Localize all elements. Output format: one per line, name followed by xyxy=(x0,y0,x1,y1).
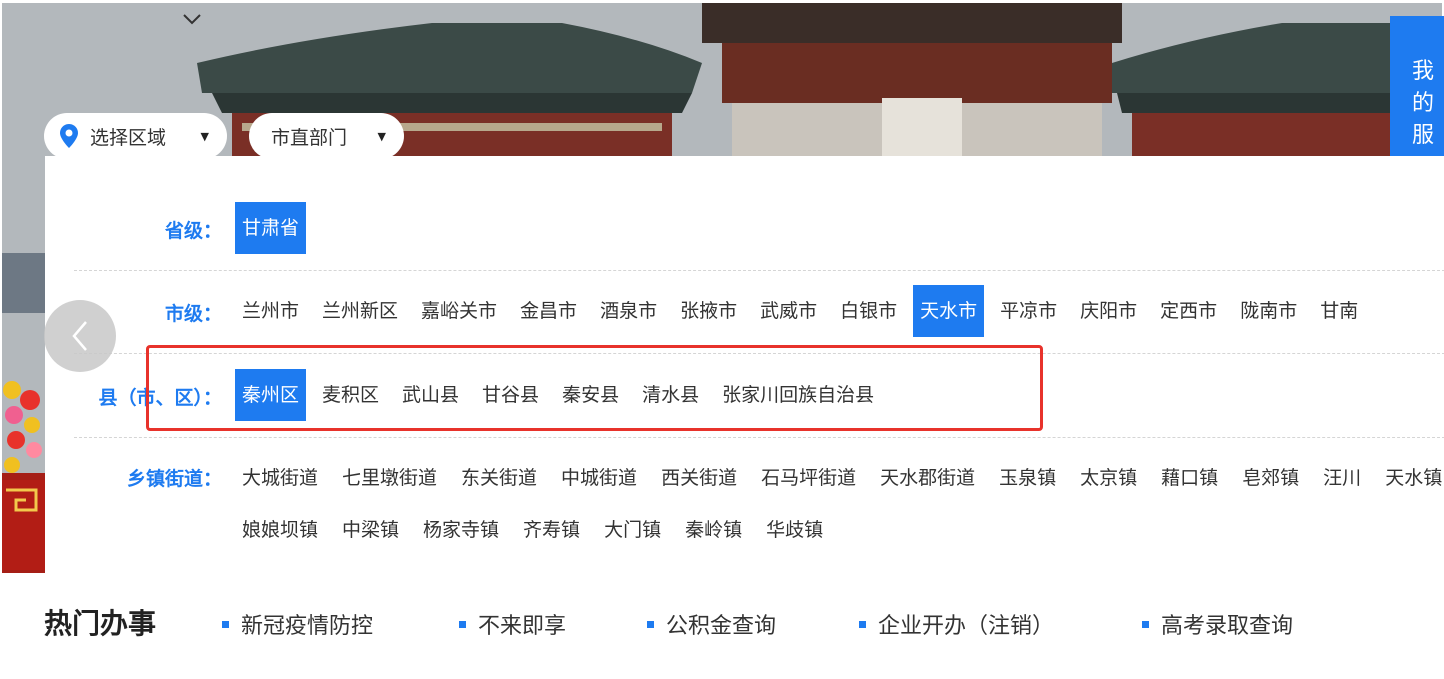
region-option[interactable]: 定西市 xyxy=(1153,285,1224,337)
hot-service-label: 高考录取查询 xyxy=(1161,614,1294,639)
region-option[interactable]: 七里墩街道 xyxy=(335,452,444,504)
region-option[interactable]: 兰州新区 xyxy=(315,285,405,337)
region-option[interactable]: 甘南 xyxy=(1313,285,1365,337)
region-option[interactable]: 兰州市 xyxy=(235,285,306,337)
bullet-icon xyxy=(647,620,654,628)
hot-services-bar: 热门办事 新冠疫情防控 不来即享 公积金查询 企业开办（注销） 高考录取查询 xyxy=(44,602,1444,642)
region-option[interactable]: 太京镇 xyxy=(1073,452,1144,504)
region-option[interactable]: 皂郊镇 xyxy=(1235,452,1306,504)
region-option-selected[interactable]: 甘肃省 xyxy=(235,202,307,254)
town-row-label: 乡镇街道： xyxy=(126,468,222,490)
region-option[interactable]: 天水镇 xyxy=(1378,452,1444,504)
row-divider xyxy=(74,353,1444,354)
region-option[interactable]: 白银市 xyxy=(833,285,904,337)
region-option[interactable]: 天水郡街道 xyxy=(873,452,982,504)
region-option[interactable]: 杨家寺镇 xyxy=(416,504,506,556)
region-option[interactable]: 汪川 xyxy=(1316,452,1368,504)
bullet-icon xyxy=(459,620,466,628)
hot-service-link[interactable]: 公积金查询 xyxy=(647,608,776,640)
row-divider xyxy=(74,270,1444,271)
chevron-left-icon xyxy=(72,321,87,351)
side-tab-char: 我 xyxy=(1412,59,1435,84)
region-option-selected[interactable]: 秦州区 xyxy=(235,369,307,421)
region-option[interactable]: 秦安县 xyxy=(555,369,626,421)
town-options: 大城街道 七里墩街道 东关街道 中城街道 西关街道 石马坪街道 天水郡街道 玉泉镇 太京镇 藉口镇… xyxy=(235,452,1444,556)
region-option[interactable]: 甘谷县 xyxy=(475,369,546,421)
region-option[interactable]: 大城街道 xyxy=(235,452,325,504)
province-row-label: 省级： xyxy=(164,220,222,242)
side-tab-char: 服 xyxy=(1412,123,1435,148)
hot-service-label: 新冠疫情防控 xyxy=(241,614,374,639)
region-option[interactable]: 西关街道 xyxy=(654,452,744,504)
region-selector[interactable]: 选择区域 ▼ xyxy=(44,113,227,159)
flower-decoration xyxy=(2,370,46,570)
region-option[interactable]: 嘉峪关市 xyxy=(414,285,504,337)
region-option-selected[interactable]: 天水市 xyxy=(913,285,985,337)
region-option[interactable]: 张家川回族自治县 xyxy=(715,369,881,421)
carousel-prev-button[interactable] xyxy=(44,300,116,372)
hot-service-label: 企业开办（注销） xyxy=(878,614,1055,639)
region-option[interactable]: 藉口镇 xyxy=(1154,452,1225,504)
region-dropdown-panel: 省级： 甘肃省 市级： 兰州市 兰州新区 嘉峪关市 金昌市 酒泉市 张掖市 武威市 白银市 天水… xyxy=(45,156,1444,601)
region-option[interactable]: 平凉市 xyxy=(993,285,1064,337)
region-option[interactable]: 麦积区 xyxy=(315,369,386,421)
caret-down-icon: ▼ xyxy=(377,129,386,143)
city-options: 兰州市 兰州新区 嘉峪关市 金昌市 酒泉市 张掖市 武威市 白银市 天水市 平凉市 庆阳市 定西市 陇南… xyxy=(235,285,1444,337)
county-options: 秦州区 麦积区 武山县 甘谷县 秦安县 清水县 张家川回族自治县 xyxy=(235,369,1444,421)
region-option[interactable]: 齐寿镇 xyxy=(516,504,587,556)
hot-service-label: 公积金查询 xyxy=(666,614,777,639)
bullet-icon xyxy=(1142,620,1149,628)
region-option[interactable]: 陇南市 xyxy=(1233,285,1304,337)
caret-down-icon: ▼ xyxy=(200,129,209,143)
province-options: 甘肃省 xyxy=(235,202,1444,254)
region-selector-label: 选择区域 xyxy=(90,126,167,149)
region-option[interactable]: 玉泉镇 xyxy=(992,452,1063,504)
hot-service-link[interactable]: 不来即享 xyxy=(459,608,566,640)
region-option[interactable]: 清水县 xyxy=(635,369,706,421)
region-option[interactable]: 华歧镇 xyxy=(759,504,830,556)
location-pin-icon xyxy=(60,124,78,148)
region-option[interactable]: 张掖市 xyxy=(673,285,744,337)
region-option[interactable]: 中梁镇 xyxy=(335,504,406,556)
region-option[interactable]: 庆阳市 xyxy=(1073,285,1144,337)
county-row-label: 县（市、区）： xyxy=(98,387,222,409)
region-option[interactable]: 中城街道 xyxy=(554,452,644,504)
department-selector-label: 市直部门 xyxy=(271,126,348,149)
bullet-icon xyxy=(222,620,229,628)
hot-service-link[interactable]: 企业开办（注销） xyxy=(859,608,1054,640)
my-services-tab[interactable]: 我 的 服 xyxy=(1390,16,1444,166)
hot-service-link[interactable]: 高考录取查询 xyxy=(1142,608,1293,640)
hot-service-link[interactable]: 新冠疫情防控 xyxy=(222,608,373,640)
region-option[interactable]: 酒泉市 xyxy=(593,285,664,337)
region-option[interactable]: 东关街道 xyxy=(454,452,544,504)
hot-service-label: 不来即享 xyxy=(478,614,567,639)
region-option[interactable]: 大门镇 xyxy=(597,504,668,556)
region-option[interactable]: 秦岭镇 xyxy=(678,504,749,556)
department-selector[interactable]: 市直部门 ▼ xyxy=(249,113,404,159)
side-tab-char: 的 xyxy=(1412,91,1435,116)
region-option[interactable]: 武山县 xyxy=(395,369,466,421)
region-option[interactable]: 金昌市 xyxy=(513,285,584,337)
bullet-icon xyxy=(859,620,866,628)
region-option[interactable]: 武威市 xyxy=(753,285,824,337)
region-option[interactable]: 石马坪街道 xyxy=(754,452,863,504)
row-divider xyxy=(74,437,1444,438)
hot-services-title: 热门办事 xyxy=(44,607,157,640)
region-option[interactable]: 娘娘坝镇 xyxy=(235,504,325,556)
